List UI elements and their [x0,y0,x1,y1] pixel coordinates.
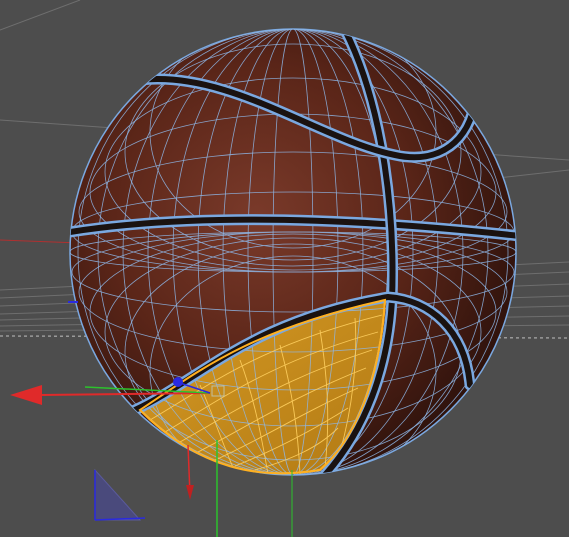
viewport-canvas[interactable] [0,0,569,537]
z-plane-indicator [94,468,142,521]
z-axis-knob[interactable] [173,377,183,387]
x-axis-world-line [0,239,81,244]
x-arrow-icon[interactable] [10,385,42,405]
3d-viewport[interactable] [0,0,569,537]
